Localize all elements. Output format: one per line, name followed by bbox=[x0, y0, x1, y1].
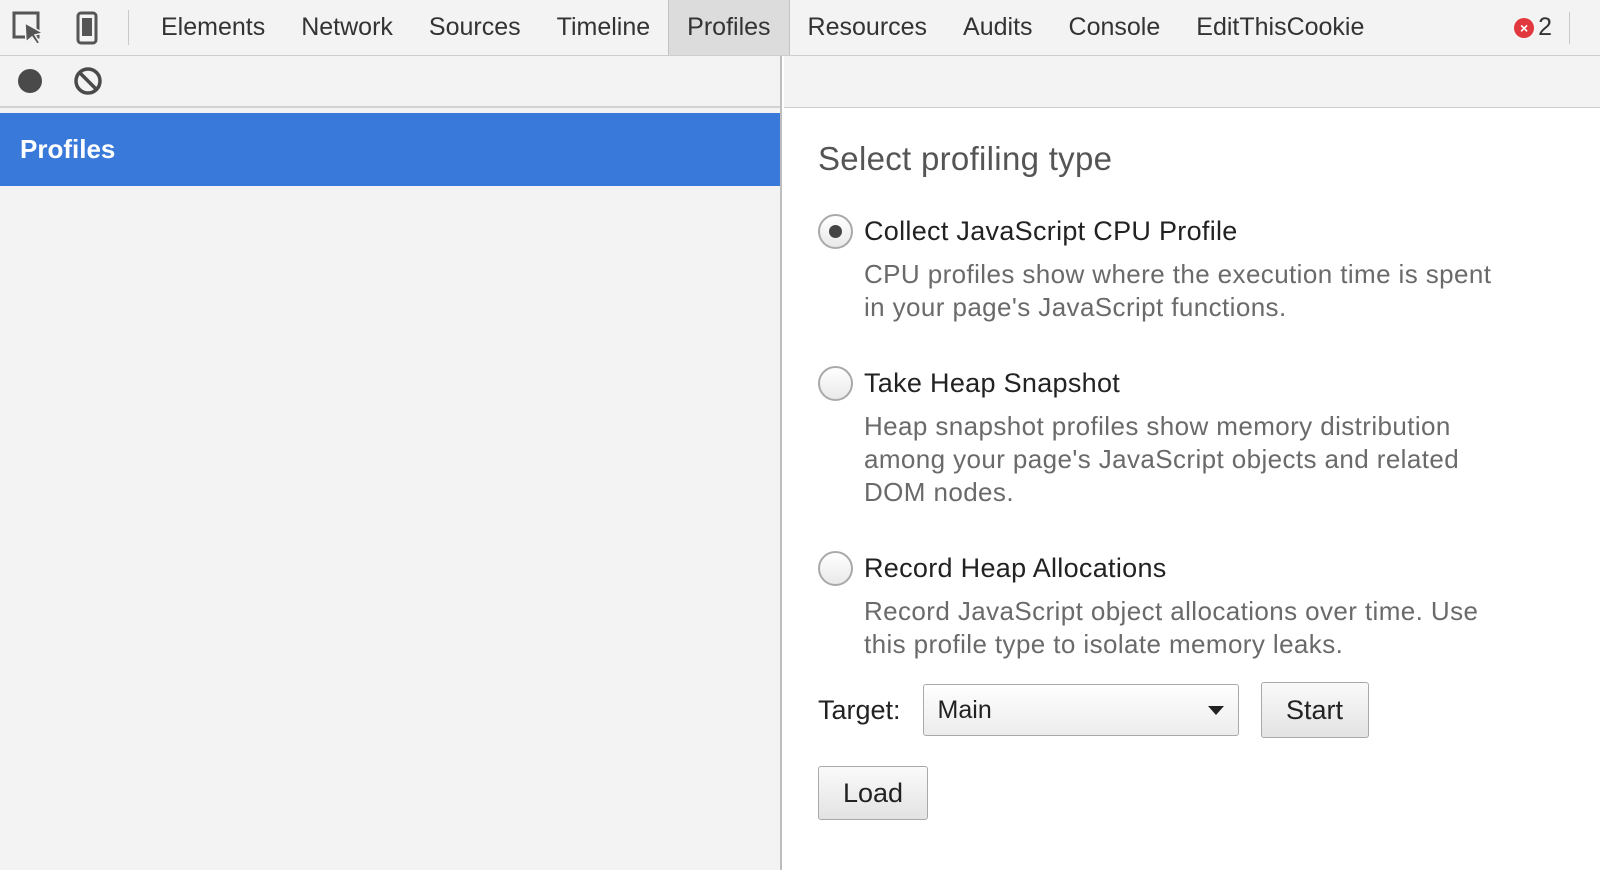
radio-cpu-profile[interactable] bbox=[818, 214, 853, 249]
devtools-tab-bar: Elements Network Sources Timeline Profil… bbox=[0, 0, 1600, 56]
target-select-value: Main bbox=[937, 695, 992, 724]
sidebar-toolbar bbox=[0, 56, 780, 108]
radio-heap-snapshot[interactable] bbox=[818, 366, 853, 401]
chevron-down-icon bbox=[1207, 706, 1224, 715]
option-cpu-profile[interactable]: Collect JavaScript CPU Profile CPU profi… bbox=[818, 214, 1588, 324]
profiles-sidebar: Profiles bbox=[0, 56, 782, 870]
tab-console[interactable]: Console bbox=[1051, 0, 1179, 55]
tab-resources[interactable]: Resources bbox=[790, 0, 946, 55]
tab-timeline[interactable]: Timeline bbox=[539, 0, 669, 55]
error-count: 2 bbox=[1538, 13, 1552, 41]
clear-icon[interactable] bbox=[72, 65, 104, 97]
record-icon[interactable] bbox=[14, 65, 46, 97]
start-button[interactable]: Start bbox=[1260, 682, 1369, 738]
content-toolbar bbox=[784, 56, 1600, 108]
sidebar-item-profiles[interactable]: Profiles bbox=[0, 113, 780, 186]
error-count-badge[interactable]: × 2 bbox=[1514, 0, 1552, 55]
tab-elements[interactable]: Elements bbox=[143, 0, 283, 55]
option-description-line: Record JavaScript object allocations ove… bbox=[864, 596, 1479, 626]
tab-sources[interactable]: Sources bbox=[411, 0, 539, 55]
radio-heap-allocations[interactable] bbox=[818, 551, 853, 586]
panel-title: Select profiling type bbox=[818, 140, 1113, 177]
tab-network[interactable]: Network bbox=[283, 0, 411, 55]
option-heap-snapshot[interactable]: Take Heap Snapshot Heap snapshot profile… bbox=[818, 366, 1588, 509]
option-description-line: CPU profiles show where the execution ti… bbox=[864, 259, 1492, 289]
option-description: Record JavaScript object allocations ove… bbox=[864, 595, 1588, 661]
toolbar-divider bbox=[128, 10, 129, 45]
tab-editthiscookie[interactable]: EditThisCookie bbox=[1178, 0, 1382, 55]
profiling-type-panel: Select profiling type Collect JavaScript… bbox=[818, 140, 1588, 661]
option-description-line: DOM nodes. bbox=[864, 477, 1014, 507]
load-button[interactable]: Load bbox=[818, 766, 928, 820]
option-description-line: in your page's JavaScript functions. bbox=[864, 292, 1287, 322]
toolbar-divider bbox=[1569, 12, 1570, 44]
inspect-element-icon[interactable] bbox=[0, 0, 58, 55]
tab-audits[interactable]: Audits bbox=[945, 0, 1050, 55]
option-label[interactable]: Record Heap Allocations bbox=[864, 551, 1588, 586]
option-description-line: Heap snapshot profiles show memory distr… bbox=[864, 411, 1451, 441]
option-heap-allocations[interactable]: Record Heap Allocations Record JavaScrip… bbox=[818, 551, 1588, 661]
option-description: Heap snapshot profiles show memory distr… bbox=[864, 410, 1588, 509]
option-description: CPU profiles show where the execution ti… bbox=[864, 258, 1588, 324]
option-description-line: this profile type to isolate memory leak… bbox=[864, 629, 1344, 659]
option-label[interactable]: Take Heap Snapshot bbox=[864, 366, 1588, 401]
radio-selected-dot bbox=[829, 225, 842, 238]
target-row: Target: Main Start bbox=[818, 682, 1369, 738]
device-mode-icon[interactable] bbox=[58, 0, 116, 55]
tab-profiles[interactable]: Profiles bbox=[668, 0, 790, 55]
profile-launcher-view: Select profiling type Collect JavaScript… bbox=[784, 56, 1600, 870]
option-label[interactable]: Collect JavaScript CPU Profile bbox=[864, 214, 1588, 249]
option-description-line: among your page's JavaScript objects and… bbox=[864, 444, 1460, 474]
error-icon: × bbox=[1514, 17, 1535, 38]
target-label: Target: bbox=[818, 694, 901, 725]
target-select[interactable]: Main bbox=[922, 684, 1239, 736]
